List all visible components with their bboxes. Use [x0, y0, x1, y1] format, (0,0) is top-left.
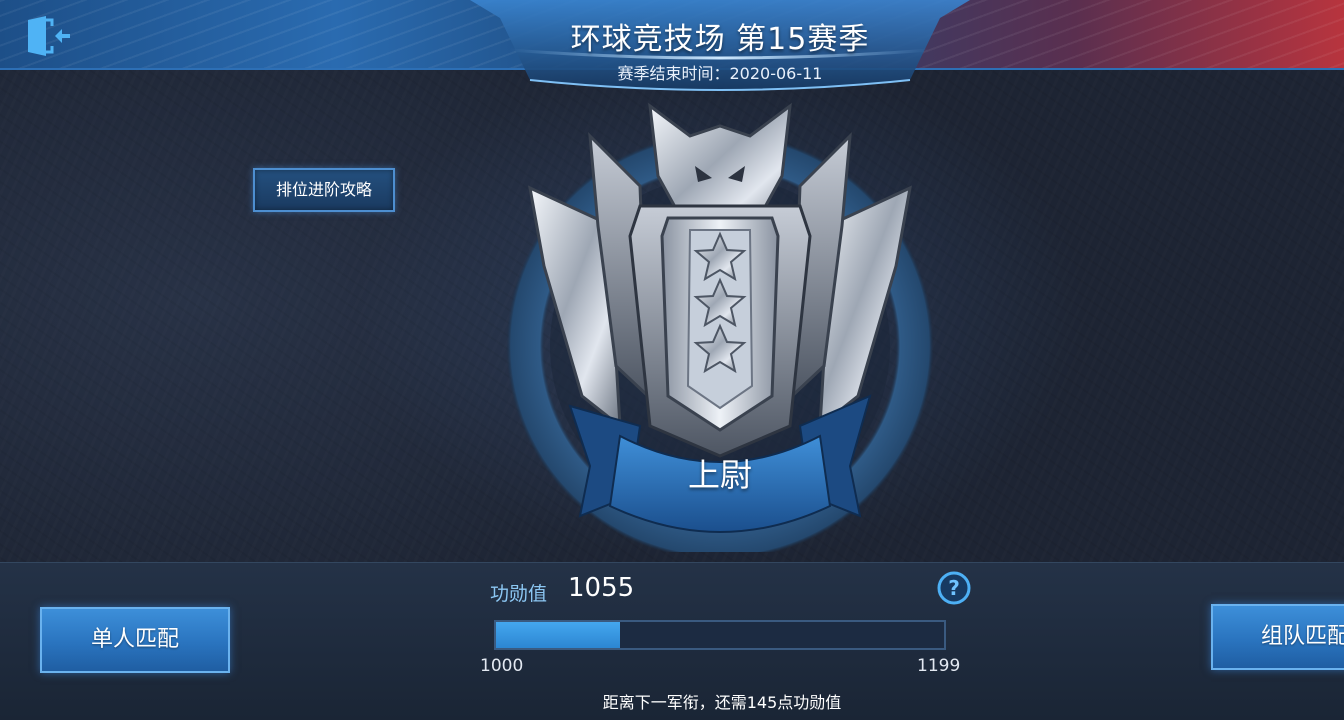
merit-range-max: 1199 — [917, 656, 961, 676]
merit-label: 功勋值 — [490, 583, 548, 605]
merit-progress-fill — [496, 622, 620, 648]
merit-progress-bar — [494, 620, 946, 650]
team-match-button[interactable]: 组队匹配 — [1211, 604, 1344, 670]
rank-name: 上尉 — [687, 456, 752, 494]
season-title: 环球竞技场 第15赛季 — [570, 22, 870, 57]
exit-button[interactable] — [22, 14, 72, 58]
next-rank-hint-row: 距离下一军衔，还需145点功勋值 — [0, 689, 1344, 713]
solo-match-button[interactable]: 单人匹配 — [40, 607, 230, 673]
rank-guide-button[interactable]: 排位进阶攻略 — [253, 168, 395, 212]
svg-text:?: ? — [948, 576, 960, 600]
season-title-plate: 环球竞技场 第15赛季 赛季结束时间：2020-06-11 — [470, 0, 970, 96]
next-rank-hint: 距离下一军衔，还需145点功勋值 — [602, 693, 842, 712]
season-end-time: 赛季结束时间：2020-06-11 — [617, 64, 823, 83]
merit-value: 1055 — [568, 573, 635, 603]
exit-door-icon — [28, 16, 70, 56]
merit-range-min: 1000 — [480, 656, 524, 676]
question-mark-icon[interactable]: ? — [937, 571, 971, 605]
